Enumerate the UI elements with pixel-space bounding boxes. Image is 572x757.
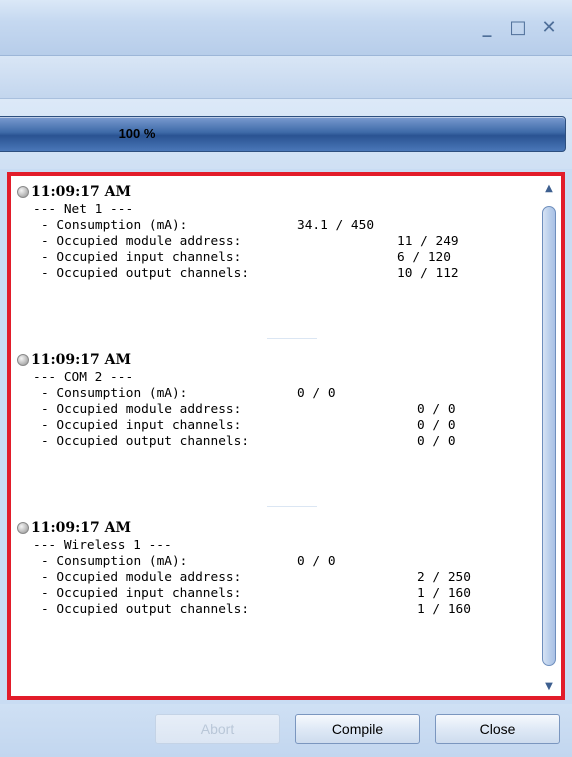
status-led-icon — [17, 522, 29, 534]
log-entry-header: 11:09:17 AM — [17, 182, 537, 202]
log-row: - Consumption (mA): 0 / 0 — [17, 386, 537, 402]
log-row-value: 10 / 112 — [397, 266, 459, 281]
scroll-up-icon[interactable]: ▲ — [541, 182, 557, 196]
log-row-label: - Occupied input channels: — [41, 250, 242, 265]
log-row-label: - Consumption (mA): — [41, 386, 188, 401]
log-row-label: - Occupied input channels: — [41, 418, 242, 433]
title-bar: _ □ ✕ — [0, 0, 572, 56]
log-row-label: - Occupied output channels: — [41, 434, 250, 449]
log-row-value: 0 / 0 — [417, 418, 456, 433]
log-row-value: 11 / 249 — [397, 234, 459, 249]
log-row: - Occupied module address: 2 / 250 — [17, 570, 537, 586]
button-bar: Abort Compile Close — [0, 704, 572, 757]
log-entry-header: 11:09:17 AM — [17, 518, 537, 538]
scroll-down-icon[interactable]: ▼ — [541, 680, 557, 694]
log-row-label: - Occupied output channels: — [41, 266, 250, 281]
network-header: --- Net 1 --- — [33, 202, 134, 217]
log-timestamp: 11:09:17 AM — [31, 520, 132, 536]
log-row-value: 6 / 120 — [397, 250, 451, 265]
compile-log: 11:09:17 AM --- Net 1 --- - Consumption (m… — [17, 182, 537, 692]
log-timestamp: 11:09:17 AM — [31, 352, 132, 368]
log-row: - Occupied module address: 0 / 0 — [17, 402, 537, 418]
log-row-label: - Occupied input channels: — [41, 586, 242, 601]
network-header: --- COM 2 --- — [33, 370, 134, 385]
status-led-icon — [17, 186, 29, 198]
log-row-value: 0 / 0 — [297, 386, 336, 401]
progress-area: 100 % — [0, 99, 572, 169]
log-row-value: 0 / 0 — [297, 554, 336, 569]
log-row: - Occupied module address: 11 / 249 — [17, 234, 537, 250]
log-row-label: - Occupied module address: — [41, 234, 242, 249]
scroll-thumb[interactable] — [542, 206, 556, 666]
toolbar — [0, 56, 572, 99]
log-row: - Occupied input channels: 6 / 120 — [17, 250, 537, 266]
minimize-icon[interactable]: _ — [475, 16, 499, 40]
log-row: - Occupied input channels: 1 / 160 — [17, 586, 537, 602]
log-row: - Occupied output channels: 0 / 0 — [17, 434, 537, 450]
log-row-value: 0 / 0 — [417, 402, 456, 417]
log-entry: 11:09:17 AM --- Net 1 --- - Consumption (m… — [17, 182, 537, 282]
log-row: - Consumption (mA): 0 / 0 — [17, 554, 537, 570]
entry-divider — [267, 506, 317, 507]
log-row: - Occupied output channels: 10 / 112 — [17, 266, 537, 282]
log-row-value: 0 / 0 — [417, 434, 456, 449]
abort-button[interactable]: Abort — [155, 714, 280, 744]
log-row-label: - Consumption (mA): — [41, 218, 188, 233]
vertical-scrollbar[interactable]: ▲ ▼ — [541, 182, 557, 694]
close-window-icon[interactable]: ✕ — [537, 16, 561, 40]
log-entry: 11:09:17 AM --- COM 2 --- - Consumption (m… — [17, 350, 537, 450]
log-entry-header: 11:09:17 AM — [17, 350, 537, 370]
log-row-label: - Occupied module address: — [41, 402, 242, 417]
log-entry: 11:09:17 AM --- Wireless 1 --- - Consumpti… — [17, 518, 537, 618]
close-button[interactable]: Close — [435, 714, 560, 744]
compile-log-panel: 11:09:17 AM --- Net 1 --- - Consumption (m… — [7, 172, 565, 700]
progress-label: 100 % — [118, 126, 156, 141]
log-row-label: - Consumption (mA): — [41, 554, 188, 569]
log-row: - Occupied output channels: 1 / 160 — [17, 602, 537, 618]
log-row-value: 1 / 160 — [417, 602, 471, 617]
maximize-icon[interactable]: □ — [506, 16, 530, 40]
log-row-value: 34.1 / 450 — [297, 218, 375, 233]
log-row-label: - Occupied module address: — [41, 570, 242, 585]
compile-button[interactable]: Compile — [295, 714, 420, 744]
log-row: - Consumption (mA): 34.1 / 450 — [17, 218, 537, 234]
progress-bar: 100 % — [0, 116, 566, 152]
status-led-icon — [17, 354, 29, 366]
network-header: --- Wireless 1 --- — [33, 538, 172, 553]
log-timestamp: 11:09:17 AM — [31, 184, 132, 200]
log-row-value: 2 / 250 — [417, 570, 471, 585]
log-row-label: - Occupied output channels: — [41, 602, 250, 617]
entry-divider — [267, 338, 317, 339]
log-row: - Occupied input channels: 0 / 0 — [17, 418, 537, 434]
log-row-value: 1 / 160 — [417, 586, 471, 601]
